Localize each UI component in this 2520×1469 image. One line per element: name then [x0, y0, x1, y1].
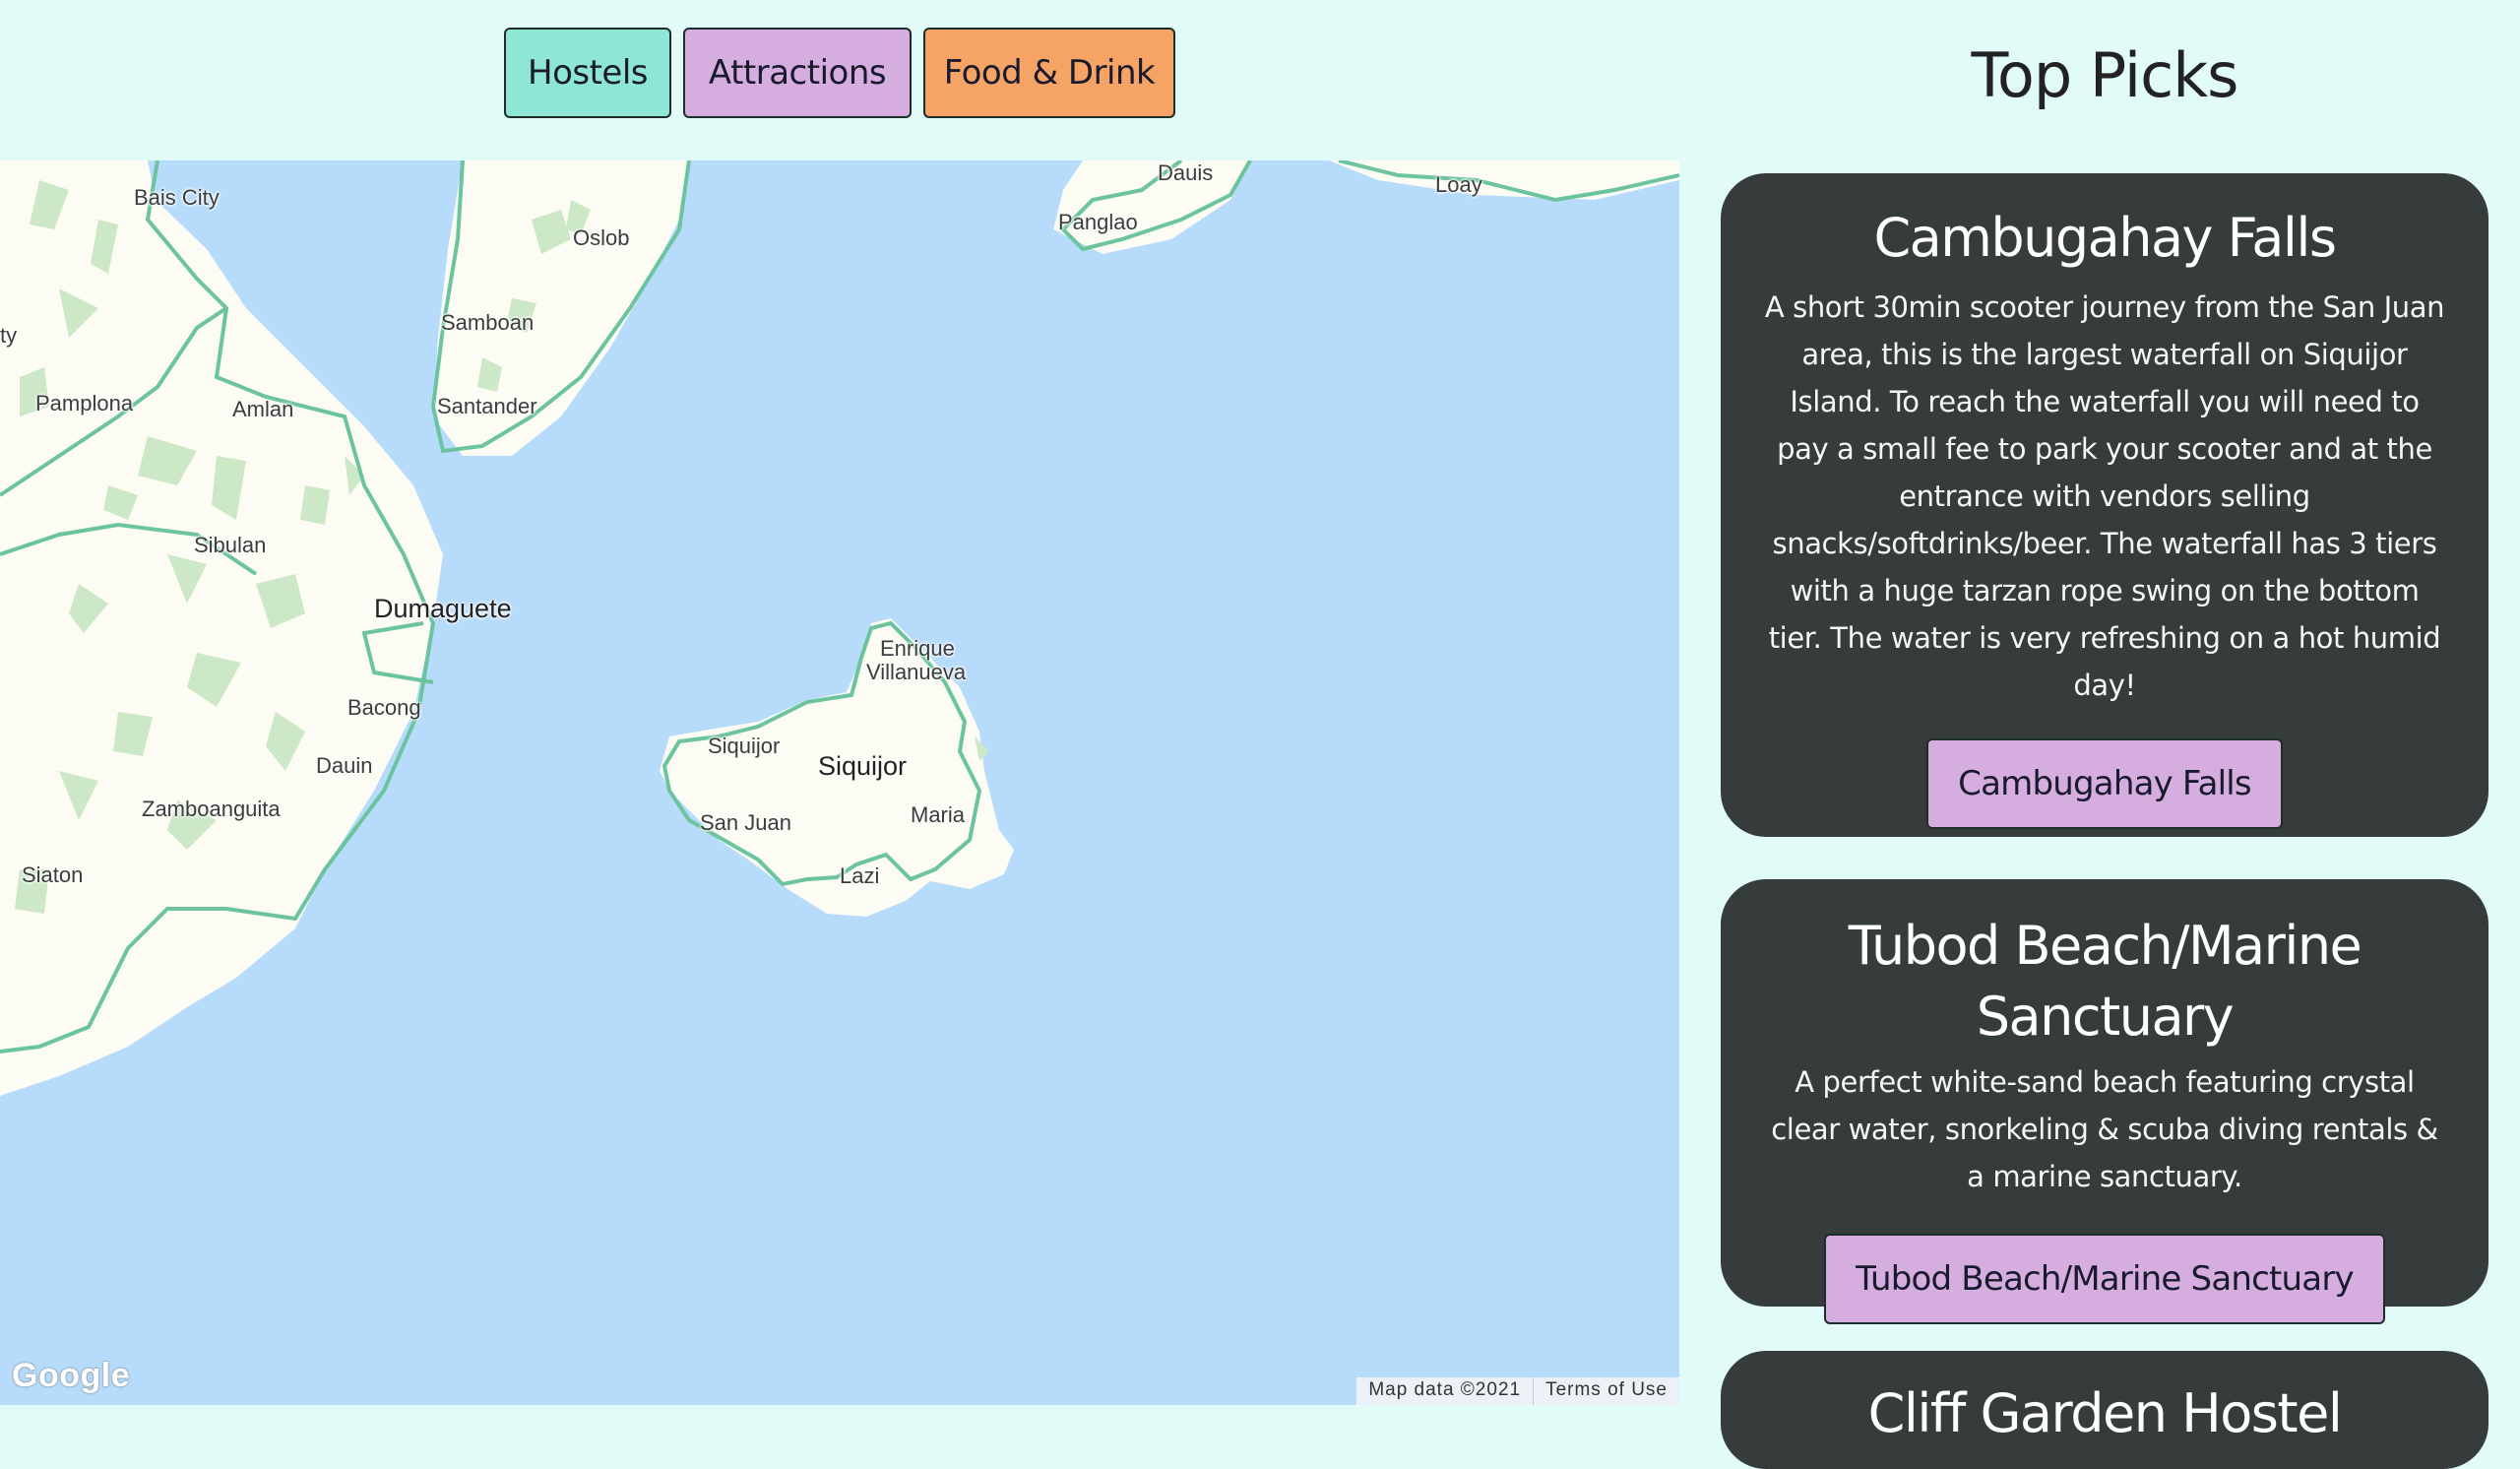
- google-logo: Google: [12, 1357, 131, 1394]
- map-view[interactable]: Bais City Oslob Dauis Panglao Loay Sambo…: [0, 160, 1679, 1405]
- map-data-text: Map data ©2021: [1368, 1379, 1522, 1400]
- cambugahay-falls-button[interactable]: Cambugahay Falls: [1926, 738, 2283, 829]
- map-label-san-juan: San Juan: [700, 810, 791, 835]
- map-label-villanueva: Villanueva: [866, 660, 967, 684]
- map-label-amlan: Amlan: [232, 397, 294, 421]
- food-drink-filter-button[interactable]: Food & Drink: [923, 28, 1175, 118]
- pick-card-description: A perfect white-sand beach featuring cry…: [1771, 1065, 2438, 1193]
- map-label-siquijor-island: Siquijor: [818, 751, 908, 781]
- map-label-pamplona: Pamplona: [35, 391, 134, 415]
- map-label-panglao: Panglao: [1058, 210, 1138, 234]
- terms-of-use-link[interactable]: Terms of Use: [1533, 1377, 1679, 1405]
- pick-card-title: Cambugahay Falls: [1873, 207, 2337, 269]
- map-label-zamboanguita: Zamboanguita: [142, 797, 281, 821]
- pick-card-title: Cliff Garden Hostel: [1867, 1382, 2343, 1444]
- map-label-bacong: Bacong: [347, 695, 421, 720]
- map-label-edge: ty: [0, 323, 18, 348]
- top-picks-heading: Top Picks: [1971, 39, 2239, 111]
- tubod-beach-button[interactable]: Tubod Beach/Marine Sanctuary: [1824, 1234, 2385, 1324]
- pick-card: Cambugahay Falls A short 30min scooter j…: [1721, 173, 2488, 837]
- pick-card-description: A short 30min scooter journey from the S…: [1764, 290, 2445, 702]
- map-canvas: [0, 160, 1679, 1096]
- attractions-filter-button[interactable]: Attractions: [683, 28, 912, 118]
- map-label-maria: Maria: [911, 802, 966, 827]
- map-label-enrique: Enrique: [880, 636, 955, 661]
- map-label-loay: Loay: [1435, 172, 1482, 197]
- bohol-east-landmass: [1329, 160, 1679, 200]
- map-label-santander: Santander: [437, 394, 537, 418]
- map-attribution: Map data ©2021 Terms of Use: [1356, 1377, 1679, 1405]
- pick-card: Tubod Beach/Marine Sanctuary A perfect w…: [1721, 879, 2488, 1324]
- map-label-siaton: Siaton: [22, 862, 84, 887]
- map-label-sibulan: Sibulan: [194, 533, 267, 557]
- map-label-bais-city: Bais City: [134, 185, 220, 210]
- pick-card-title: Tubod Beach/Marine Sanctuary: [1848, 915, 2362, 1048]
- map-label-dauis: Dauis: [1158, 160, 1214, 185]
- map-label-lazi: Lazi: [840, 863, 880, 888]
- map-label-dumaguete: Dumaguete: [374, 594, 512, 623]
- pick-card: Cliff Garden Hostel: [1721, 1351, 2488, 1469]
- hostels-filter-button[interactable]: Hostels: [504, 28, 671, 118]
- map-label-dauin: Dauin: [316, 753, 373, 778]
- map-label-oslob: Oslob: [573, 225, 630, 250]
- map-label-samboan: Samboan: [441, 310, 535, 335]
- map-label-siquijor-town: Siquijor: [708, 734, 781, 758]
